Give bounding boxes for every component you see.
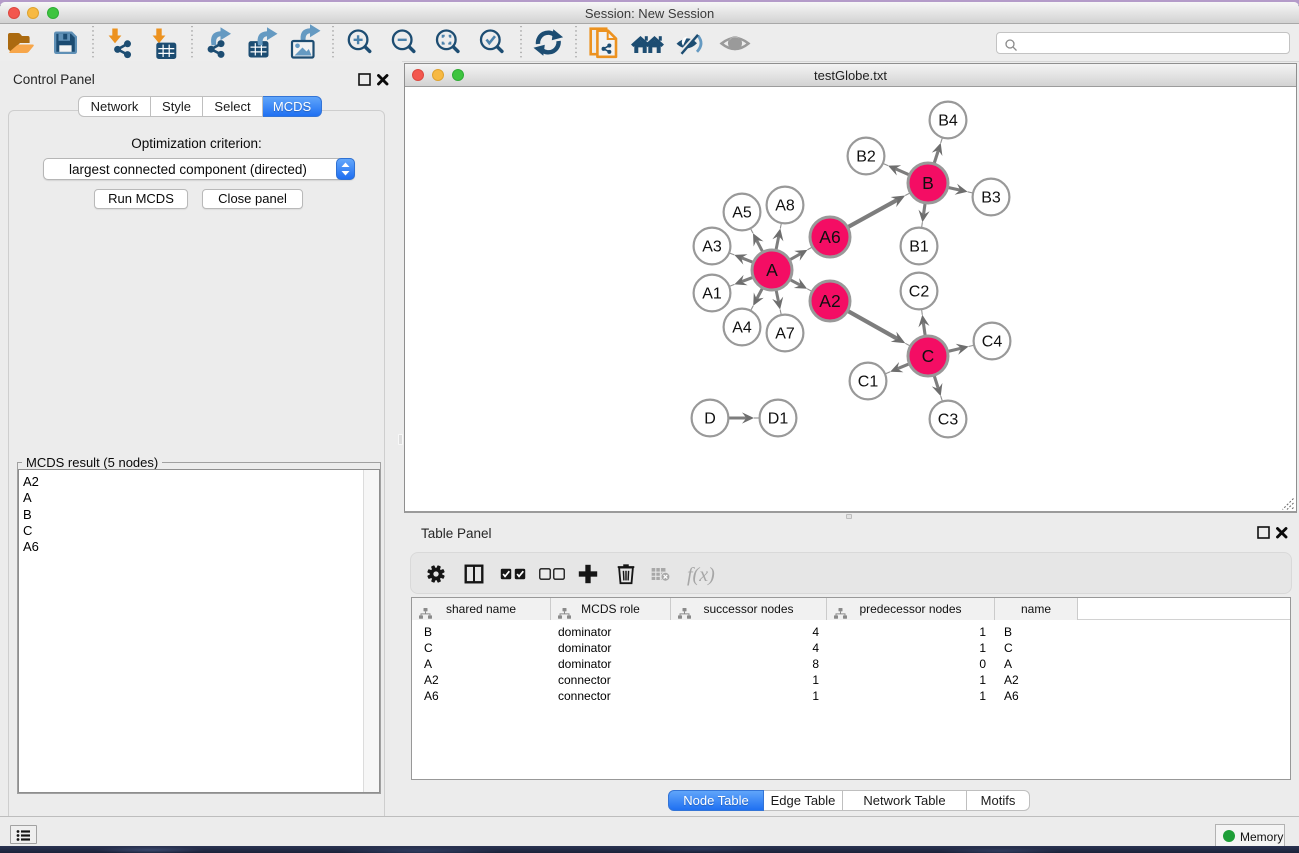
svg-text:A6: A6 [819,227,840,247]
svg-text:A3: A3 [702,239,722,256]
svg-text:f(x): f(x) [687,564,715,586]
svg-text:A4: A4 [732,320,752,337]
svg-text:D1: D1 [768,411,789,428]
svg-text:B: B [922,173,934,193]
svg-text:C: C [922,346,935,366]
svg-text:B4: B4 [938,113,958,130]
svg-text:A1: A1 [702,286,722,303]
svg-text:B2: B2 [856,149,876,166]
svg-text:A5: A5 [732,205,752,222]
svg-text:C2: C2 [909,284,930,301]
svg-text:A: A [766,260,778,280]
svg-text:C1: C1 [858,374,879,391]
svg-text:C3: C3 [938,412,959,429]
svg-text:A2: A2 [819,291,840,311]
svg-text:C4: C4 [982,334,1003,351]
svg-text:A7: A7 [775,326,795,343]
svg-text:B3: B3 [981,190,1001,207]
svg-text:B1: B1 [909,239,929,256]
svg-text:A8: A8 [775,198,795,215]
svg-text:D: D [704,411,716,428]
